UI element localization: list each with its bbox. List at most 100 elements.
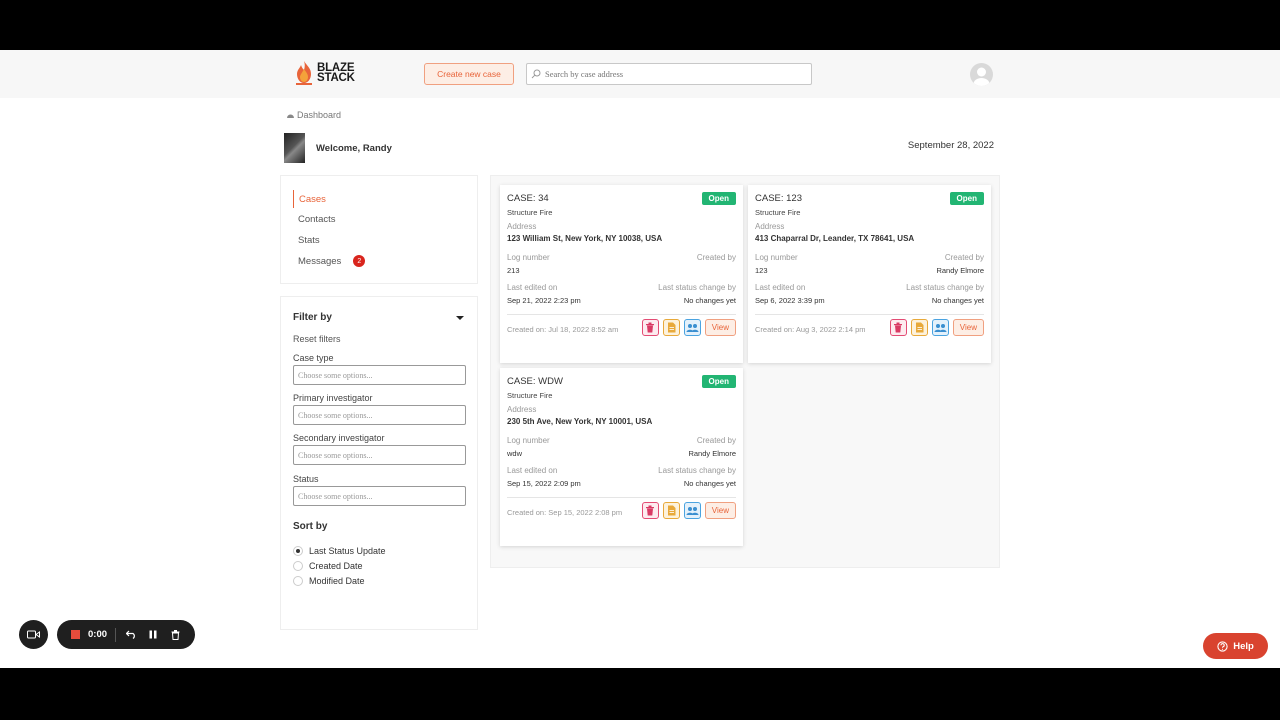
- created-by-label: Created by: [944, 253, 984, 262]
- card-actions: View: [889, 319, 984, 336]
- camera-toggle-button[interactable]: [19, 620, 48, 649]
- documents-button[interactable]: [662, 502, 680, 519]
- last-edited-label: Last edited on: [507, 283, 558, 292]
- welcome-text: Welcome, Randy: [316, 143, 392, 154]
- created-by-label: Created by: [696, 436, 736, 445]
- sidebar-item-contacts[interactable]: Contacts: [293, 210, 336, 228]
- sort-last-status-update[interactable]: Last Status Update: [293, 546, 386, 556]
- secondary-investigator-label: Secondary investigator: [293, 433, 385, 443]
- case-type-label: Case type: [293, 353, 334, 363]
- radio-unchecked[interactable]: [293, 576, 303, 586]
- help-button[interactable]: Help: [1203, 633, 1268, 659]
- view-case-button[interactable]: View: [952, 319, 984, 336]
- case-title: CASE: 123: [755, 193, 802, 204]
- sidebar-item-label: Cases: [299, 193, 326, 205]
- create-case-button[interactable]: Create new case: [424, 63, 514, 85]
- log-number-value: 123: [755, 266, 768, 275]
- log-number-label: Log number: [755, 253, 798, 262]
- status-select[interactable]: Choose some options...: [293, 486, 466, 506]
- investigators-button[interactable]: [683, 502, 701, 519]
- stop-recording-button[interactable]: [71, 630, 80, 639]
- document-icon: [915, 322, 924, 333]
- help-label: Help: [1233, 640, 1254, 652]
- created-on: Created on: Sep 15, 2022 2:08 pm: [507, 508, 623, 517]
- sort-option-label: Modified Date: [309, 576, 365, 586]
- users-icon: [686, 506, 699, 515]
- search-input[interactable]: [545, 69, 805, 79]
- discard-recording-button[interactable]: [168, 628, 182, 642]
- flame-icon: [296, 61, 312, 85]
- user-avatar[interactable]: [970, 63, 993, 86]
- trash-icon: [894, 322, 903, 333]
- user-photo: [284, 133, 305, 163]
- created-by-value: Randy Elmore: [688, 449, 736, 458]
- delete-case-button[interactable]: [641, 319, 659, 336]
- sort-created-date[interactable]: Created Date: [293, 561, 363, 571]
- last-status-value: No changes yet: [931, 296, 984, 305]
- sidebar-nav: Cases Contacts Stats Messages 2: [280, 175, 478, 284]
- sort-modified-date[interactable]: Modified Date: [293, 576, 365, 586]
- last-edited-label: Last edited on: [755, 283, 806, 292]
- documents-button[interactable]: [662, 319, 680, 336]
- users-icon: [934, 323, 947, 332]
- sidebar-item-cases[interactable]: Cases: [293, 190, 326, 208]
- filter-panel: Filter by Reset filters Case type Choose…: [280, 296, 478, 630]
- status-badge: Open: [701, 192, 736, 205]
- pause-button[interactable]: [146, 628, 160, 642]
- status-badge: Open: [701, 375, 736, 388]
- last-status-label: Last status change by: [658, 283, 736, 292]
- document-icon: [667, 505, 676, 516]
- search-icon: [531, 69, 541, 79]
- logo-line2: STACK: [317, 72, 355, 84]
- last-status-label: Last status change by: [658, 466, 736, 475]
- investigators-button[interactable]: [683, 319, 701, 336]
- view-case-button[interactable]: View: [704, 319, 736, 336]
- divider: [507, 314, 736, 315]
- breadcrumb-dashboard[interactable]: Dashboard: [297, 110, 341, 120]
- case-type: Structure Fire: [507, 391, 553, 400]
- case-card: CASE: 123 Open Structure Fire Address 41…: [748, 185, 991, 363]
- search-box[interactable]: [526, 63, 812, 85]
- last-status-value: No changes yet: [683, 296, 736, 305]
- log-number-value: 213: [507, 266, 520, 275]
- undo-button[interactable]: [124, 628, 138, 642]
- radio-unchecked[interactable]: [293, 561, 303, 571]
- current-date: September 28, 2022: [907, 140, 994, 151]
- recording-time: 0:00: [88, 629, 108, 640]
- sidebar-item-label: Messages: [298, 255, 342, 267]
- sidebar-item-stats[interactable]: Stats: [293, 231, 320, 249]
- investigators-button[interactable]: [931, 319, 949, 336]
- breadcrumb[interactable]: Dashboard: [286, 110, 341, 120]
- divider: [507, 497, 736, 498]
- sort-option-label: Last Status Update: [309, 546, 386, 556]
- view-case-button[interactable]: View: [704, 502, 736, 519]
- created-by-value: Randy Elmore: [936, 266, 984, 275]
- radio-checked[interactable]: [293, 546, 303, 556]
- delete-case-button[interactable]: [889, 319, 907, 336]
- case-title: CASE: WDW: [507, 376, 563, 387]
- primary-investigator-label: Primary investigator: [293, 393, 373, 403]
- user-icon: [973, 67, 990, 86]
- top-bar: BLAZE STACK Create new case: [0, 50, 1280, 98]
- trash-icon: [171, 629, 180, 640]
- messages-count-badge: 2: [353, 255, 366, 267]
- primary-investigator-select[interactable]: Choose some options...: [293, 405, 466, 425]
- address-label: Address: [755, 222, 785, 231]
- pause-icon: [149, 630, 157, 639]
- delete-case-button[interactable]: [641, 502, 659, 519]
- documents-button[interactable]: [910, 319, 928, 336]
- sort-title: Sort by: [293, 521, 328, 532]
- case-type-select[interactable]: Choose some options...: [293, 365, 466, 385]
- created-on: Created on: Jul 18, 2022 8:52 am: [507, 325, 619, 334]
- case-title: CASE: 34: [507, 193, 549, 204]
- collapse-filter-icon[interactable]: [456, 316, 464, 320]
- logo[interactable]: BLAZE STACK: [294, 60, 355, 86]
- last-edited-value: Sep 21, 2022 2:23 pm: [507, 296, 581, 305]
- created-by-label: Created by: [696, 253, 736, 262]
- sidebar-item-messages[interactable]: Messages 2: [293, 252, 366, 270]
- card-actions: View: [641, 319, 736, 336]
- trash-icon: [646, 505, 655, 516]
- status-badge: Open: [949, 192, 984, 205]
- reset-filters-link[interactable]: Reset filters: [293, 334, 341, 344]
- secondary-investigator-select[interactable]: Choose some options...: [293, 445, 466, 465]
